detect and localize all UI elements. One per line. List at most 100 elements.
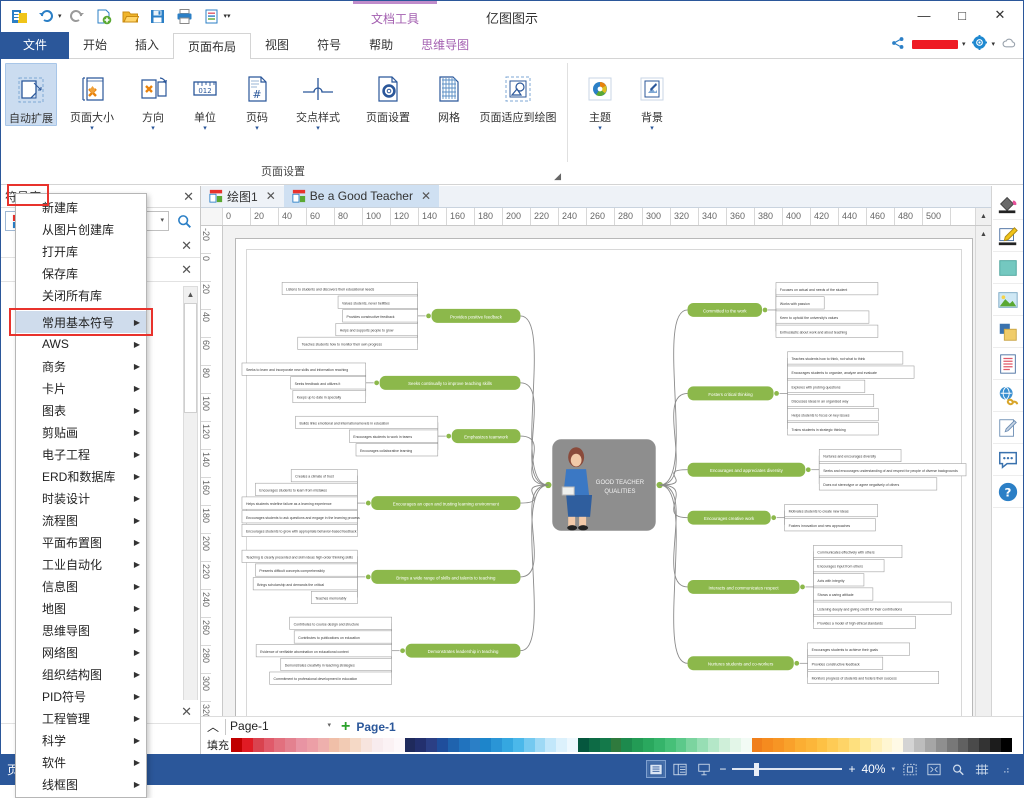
menu-item-图表[interactable]: 图表 ▶: [16, 399, 146, 421]
collapse-icon[interactable]: ︿: [207, 718, 219, 735]
image-icon[interactable]: [992, 284, 1023, 316]
color-swatch[interactable]: [502, 738, 513, 752]
zoom-out-button[interactable]: −: [719, 762, 726, 776]
drawing-page[interactable]: GOOD TEACHER QUALITIES Provides positive f…: [235, 238, 973, 732]
color-swatch[interactable]: [729, 738, 741, 752]
theme-button[interactable]: 主题 ▾: [574, 63, 626, 133]
crossing-style-dropdown-caret[interactable]: ▾: [316, 125, 320, 133]
mindmap-leaf[interactable]: Listens to students and discovers their …: [281, 282, 418, 295]
orientation-dropdown-caret[interactable]: ▾: [151, 125, 155, 133]
color-swatch[interactable]: [415, 738, 427, 752]
mindmap-leaf[interactable]: Fosters innovation and new approaches: [784, 518, 876, 532]
color-swatch[interactable]: [870, 738, 882, 752]
color-swatch[interactable]: [968, 738, 980, 752]
tab-symbol[interactable]: 符号: [303, 32, 355, 59]
drawing-canvas[interactable]: GOOD TEACHER QUALITIES Provides positive f…: [223, 226, 991, 754]
menu-item-流程图[interactable]: 流程图 ▶: [16, 509, 146, 531]
mindmap-leaf[interactable]: Helps students redefine failure as a lea…: [241, 496, 358, 510]
color-swatch[interactable]: [1011, 738, 1023, 752]
minimize-button[interactable]: —: [905, 1, 943, 29]
color-swatch[interactable]: [480, 738, 492, 752]
mindmap-leaf[interactable]: Encourages collaborative learning: [355, 443, 439, 457]
color-swatch[interactable]: [263, 738, 275, 752]
hyperlink-icon[interactable]: [992, 380, 1023, 412]
color-swatch[interactable]: [686, 738, 698, 752]
color-swatch[interactable]: [859, 738, 871, 752]
resize-grip[interactable]: [999, 763, 1011, 775]
symbol-library-dropdown-menu[interactable]: 新建库 从图片创建库 打开库 保存库 关闭所有库 常用基本符号 ▶ AWS ▶ 商务 ▶ 卡片 ▶ 图表 ▶…: [15, 193, 147, 798]
color-swatch[interactable]: [740, 738, 752, 752]
page-selector[interactable]: Page-1 ▾: [225, 718, 335, 735]
color-swatch[interactable]: [643, 738, 654, 752]
color-swatch[interactable]: [458, 738, 470, 752]
mindmap-leaf[interactable]: Brings scholarship and demands the criti…: [252, 577, 358, 591]
color-swatch[interactable]: [946, 738, 958, 752]
settings-dropdown-caret[interactable]: ▾: [991, 40, 995, 48]
tab-page-layout[interactable]: 页面布局: [173, 33, 252, 60]
scrollbar-thumb[interactable]: [184, 303, 197, 413]
tab-view[interactable]: 视图: [251, 32, 303, 59]
close-icon[interactable]: ✕: [181, 262, 192, 278]
color-swatch[interactable]: [328, 738, 340, 752]
horizontal-ruler[interactable]: 0 20 40 60 80 100 120 140 160 180 200 220 240 260 280 3…: [201, 208, 991, 226]
menu-item-卡片[interactable]: 卡片 ▶: [16, 377, 146, 399]
menu-item-新建库[interactable]: 新建库: [16, 196, 146, 218]
color-swatch[interactable]: [773, 738, 785, 752]
mindmap-leaf[interactable]: Provides a model of high ethical standar…: [813, 615, 916, 629]
color-swatch[interactable]: [599, 738, 611, 752]
fill-color-palette[interactable]: 填充: [201, 736, 1023, 754]
color-swatch[interactable]: [382, 738, 394, 752]
tab-help[interactable]: 帮助: [355, 32, 407, 59]
color-swatch[interactable]: [1000, 738, 1012, 752]
present-view-icon[interactable]: [695, 761, 713, 777]
fill-icon[interactable]: [992, 188, 1023, 220]
mindmap-branch[interactable]: Encourages and appreciates diversity Nurt…: [659, 449, 967, 491]
mindmap-leaf[interactable]: Contributes to course design and structu…: [289, 616, 392, 630]
zoom-area-icon[interactable]: [949, 761, 967, 777]
menu-item-保存库[interactable]: 保存库: [16, 262, 146, 284]
close-icon[interactable]: ✕: [183, 189, 194, 205]
menu-item-PID符号[interactable]: PID符号 ▶: [16, 685, 146, 707]
background-button[interactable]: 背景 ▾: [626, 63, 678, 133]
help-icon[interactable]: ?: [992, 476, 1023, 508]
color-swatch[interactable]: [794, 738, 806, 752]
close-icon[interactable]: ✕: [181, 704, 192, 720]
mindmap-leaf[interactable]: Encourages students to grow with appropr…: [241, 524, 358, 537]
mindmap-leaf[interactable]: Evidence of verifiable abomination on ed…: [255, 644, 392, 658]
mindmap-leaf[interactable]: Seeks feedback and utilizes it: [290, 376, 366, 390]
menu-item-电子工程[interactable]: 电子工程 ▶: [16, 443, 146, 465]
mindmap-branch[interactable]: Encourages an open and trusting learning…: [241, 469, 549, 537]
zoom-slider-knob[interactable]: [754, 762, 760, 776]
mindmap-leaf[interactable]: Teaches students how to think, not what …: [787, 351, 904, 365]
line-pen-icon[interactable]: [992, 220, 1023, 252]
mindmap-leaf[interactable]: Encourages students to work in teams: [349, 429, 439, 443]
menu-item-网络图[interactable]: 网络图 ▶: [16, 641, 146, 663]
color-swatch[interactable]: [816, 738, 828, 752]
mindmap-leaf[interactable]: Keen to uphold the university's values: [775, 310, 870, 324]
scroll-up-icon[interactable]: ▲: [184, 287, 197, 302]
mindmap-leaf[interactable]: Creates a climate of trust: [290, 469, 358, 483]
mindmap-center-node[interactable]: GOOD TEACHER QUALITIES: [545, 439, 663, 531]
mindmap-leaf[interactable]: Enthusiastic about work and about teachi…: [775, 324, 879, 338]
color-swatch[interactable]: [252, 738, 264, 752]
attachment-icon[interactable]: [992, 412, 1023, 444]
mindmap-leaf[interactable]: Trains students in strategic thinking: [787, 422, 879, 436]
color-swatch[interactable]: [881, 738, 893, 752]
color-swatch[interactable]: [805, 738, 817, 752]
menu-item-从图片创建库[interactable]: 从图片创建库: [16, 218, 146, 240]
page-setup-dialog-launcher[interactable]: ◢: [554, 171, 561, 182]
comment-icon[interactable]: [992, 444, 1023, 476]
mindmap-leaf[interactable]: Builds links emotional and international…: [295, 415, 439, 429]
menu-item-信息图[interactable]: 信息图 ▶: [16, 575, 146, 597]
color-swatch[interactable]: [437, 738, 448, 752]
crossing-style-button[interactable]: 交点样式 ▾: [283, 63, 353, 133]
color-swatch[interactable]: [306, 738, 318, 752]
mindmap-leaf[interactable]: Discusses ideas in an organized way: [787, 394, 875, 407]
theme-dropdown-caret[interactable]: ▾: [598, 125, 602, 133]
maximize-button[interactable]: □: [943, 1, 981, 29]
menu-item-线框图[interactable]: 线框图 ▶: [16, 773, 146, 795]
menu-item-关闭所有库[interactable]: 关闭所有库: [16, 284, 146, 306]
color-swatch[interactable]: [784, 738, 795, 752]
page-size-button[interactable]: 页面大小 ▾: [57, 63, 127, 133]
mindmap-leaf[interactable]: Seeks to learn and incorporate new skill…: [241, 362, 366, 376]
